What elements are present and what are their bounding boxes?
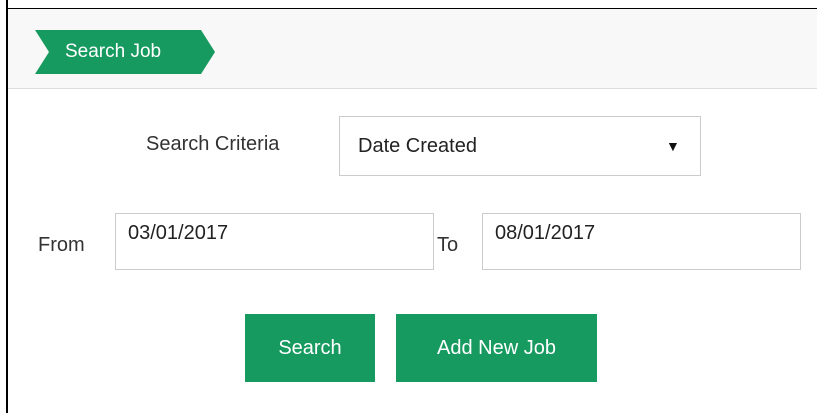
panel-title: Search Job xyxy=(35,30,215,74)
add-new-job-button[interactable]: Add New Job xyxy=(396,314,597,382)
search-button[interactable]: Search xyxy=(245,314,375,382)
search-job-panel: Search Job Search Criteria Date Created … xyxy=(8,9,817,413)
search-criteria-label: Search Criteria xyxy=(146,133,280,155)
window-top-edge xyxy=(0,0,817,9)
search-criteria-selected-value: Date Created xyxy=(358,135,477,157)
from-date-input[interactable] xyxy=(115,213,434,270)
search-criteria-select[interactable]: Date Created ▼ xyxy=(339,116,701,176)
window-left-edge xyxy=(0,0,8,413)
chevron-down-icon: ▼ xyxy=(666,138,680,154)
from-label: From xyxy=(38,234,85,256)
panel-header: Search Job xyxy=(8,9,817,89)
to-date-input[interactable] xyxy=(482,213,801,270)
to-label: To xyxy=(437,234,459,256)
